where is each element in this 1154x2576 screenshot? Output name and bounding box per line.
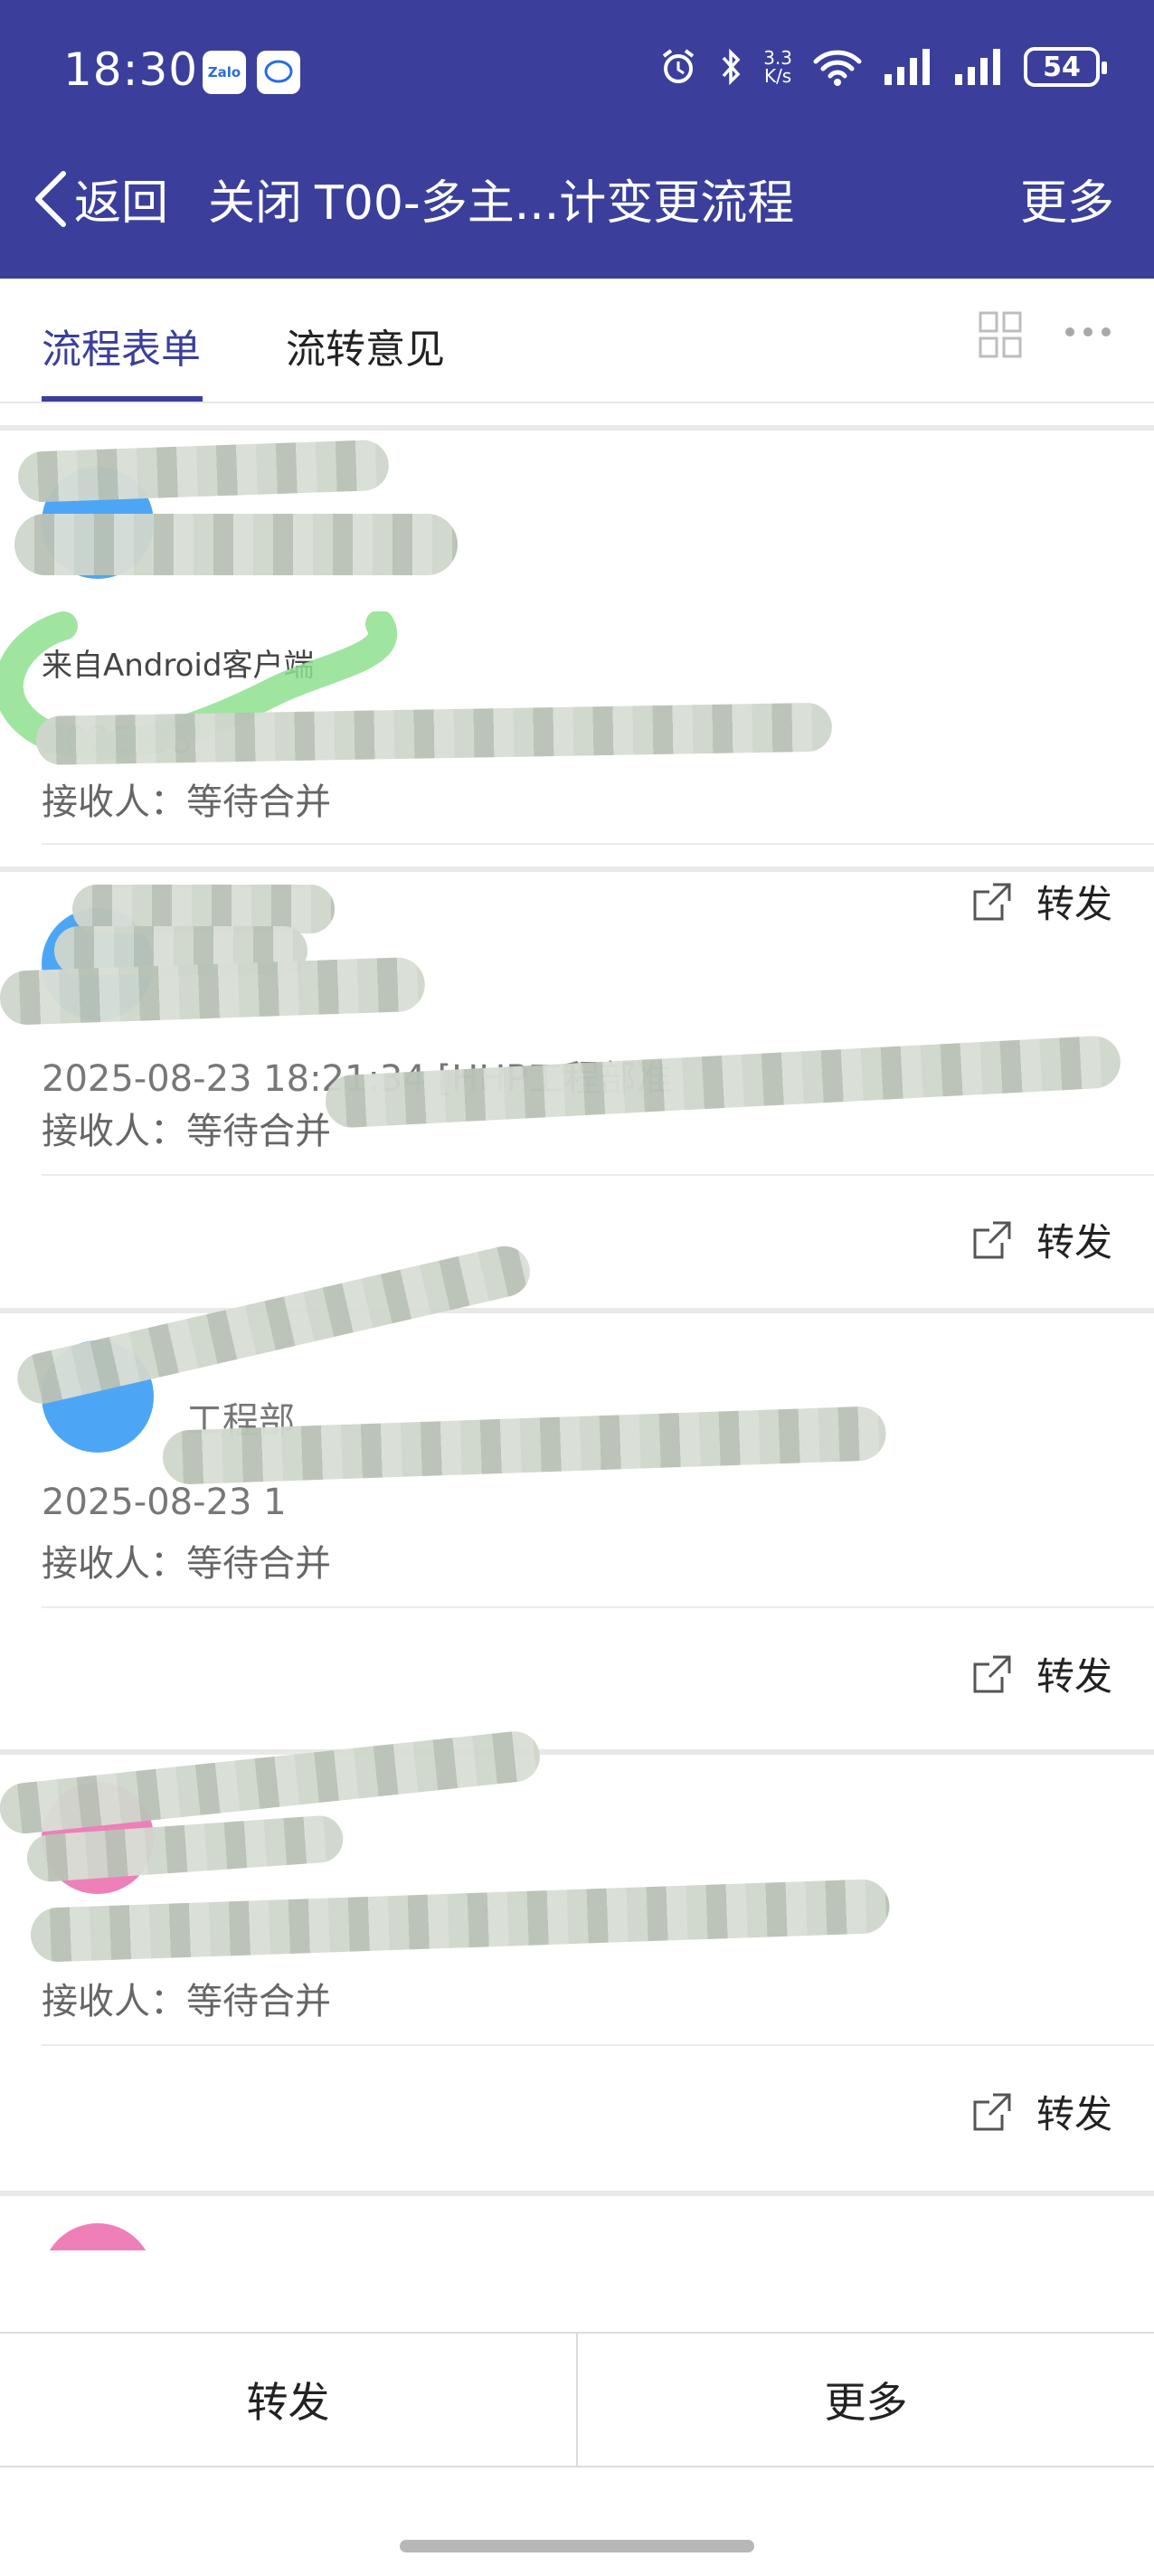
forward-label: 转发 — [1036, 1220, 1112, 1264]
record-card: 2025-08-23 18:21:34 [HHP工程部准 接收人：等待合并 转发 — [0, 872, 1154, 1308]
share-icon — [973, 1221, 1011, 1258]
forward-button[interactable]: 转发 — [971, 874, 1112, 929]
redaction-scribble — [14, 514, 458, 575]
more-dots-icon[interactable] — [1064, 326, 1112, 338]
close-button[interactable]: 关闭 — [208, 165, 302, 232]
back-label: 返回 — [74, 176, 169, 231]
forward-label: 转发 — [1036, 1654, 1112, 1699]
status-icons: 3.3 K/s 54 — [658, 47, 1107, 87]
card-divider — [42, 1606, 1154, 1608]
redaction-scribble — [29, 1878, 891, 1963]
tab-form[interactable]: 流程表单 — [42, 317, 201, 374]
share-icon — [973, 883, 1011, 920]
forward-label: 转发 — [1036, 882, 1112, 926]
back-button[interactable]: 返回 — [33, 165, 168, 232]
bluetooth-icon — [722, 48, 741, 86]
receiver-text: 接收人：等待合并 — [42, 781, 331, 823]
signal-icon — [884, 49, 930, 85]
avatar — [42, 2223, 154, 2250]
wifi-icon — [813, 50, 862, 86]
battery-indicator: 54 — [1024, 47, 1107, 87]
app-header: 18:30 Zalo 3.3 K/s 54 返回 关闭 T00-多主...计变更… — [0, 0, 1154, 279]
tab-opinions[interactable]: 流转意见 — [286, 317, 445, 374]
record-list: 来自Android客户端 2025-08 接收人：等待合并 2025-08-23… — [0, 425, 1154, 2250]
alarm-icon — [662, 49, 695, 83]
zalo-chat-icon — [257, 51, 300, 94]
page-title: T00-多主...计变更流程 — [315, 176, 795, 231]
receiver-text: 接收人：等待合并 — [42, 1543, 331, 1585]
bottom-action-bar: 转发 更多 — [0, 2332, 1154, 2467]
bottom-more-button[interactable]: 更多 — [576, 2334, 1154, 2466]
status-time: 18:30 — [63, 43, 199, 96]
share-icon — [973, 1655, 1011, 1692]
bottom-forward-button[interactable]: 转发 — [0, 2334, 576, 2466]
header-more-button[interactable]: 更多 — [1020, 165, 1114, 232]
zalo-app-icon: Zalo — [203, 51, 246, 94]
record-card: 工程部 2025-08-23 1 接收人：等待合并 转发 — [0, 1241, 1154, 1749]
signal-icon-2 — [955, 49, 1000, 85]
chevron-left-icon — [35, 170, 66, 227]
forward-button[interactable]: 转发 — [971, 2084, 1112, 2139]
card-divider — [42, 843, 1154, 845]
grid-view-icon[interactable] — [979, 311, 1022, 358]
receiver-text: 接收人：等待合并 — [42, 1111, 331, 1152]
share-icon — [973, 2093, 1011, 2130]
redaction-scribble — [17, 439, 390, 503]
record-info: 2025-08-23 1 — [42, 1482, 287, 1523]
forward-button[interactable]: 转发 — [971, 1212, 1112, 1267]
network-speed: 3.3 K/s — [763, 47, 792, 87]
active-tab-indicator — [42, 396, 203, 402]
card-divider — [42, 2044, 1154, 2046]
record-card: 接收人：等待合并 转发 — [0, 1728, 1154, 2191]
forward-label: 转发 — [1036, 2092, 1112, 2136]
record-card-partial — [0, 2196, 1154, 2250]
record-card: 来自Android客户端 2025-08 接收人：等待合并 — [0, 431, 1154, 867]
receiver-text: 接收人：等待合并 — [42, 1981, 331, 2022]
card-divider — [42, 1174, 1154, 1176]
home-indicator[interactable] — [400, 2540, 754, 2552]
forward-button[interactable]: 转发 — [971, 1646, 1112, 1701]
